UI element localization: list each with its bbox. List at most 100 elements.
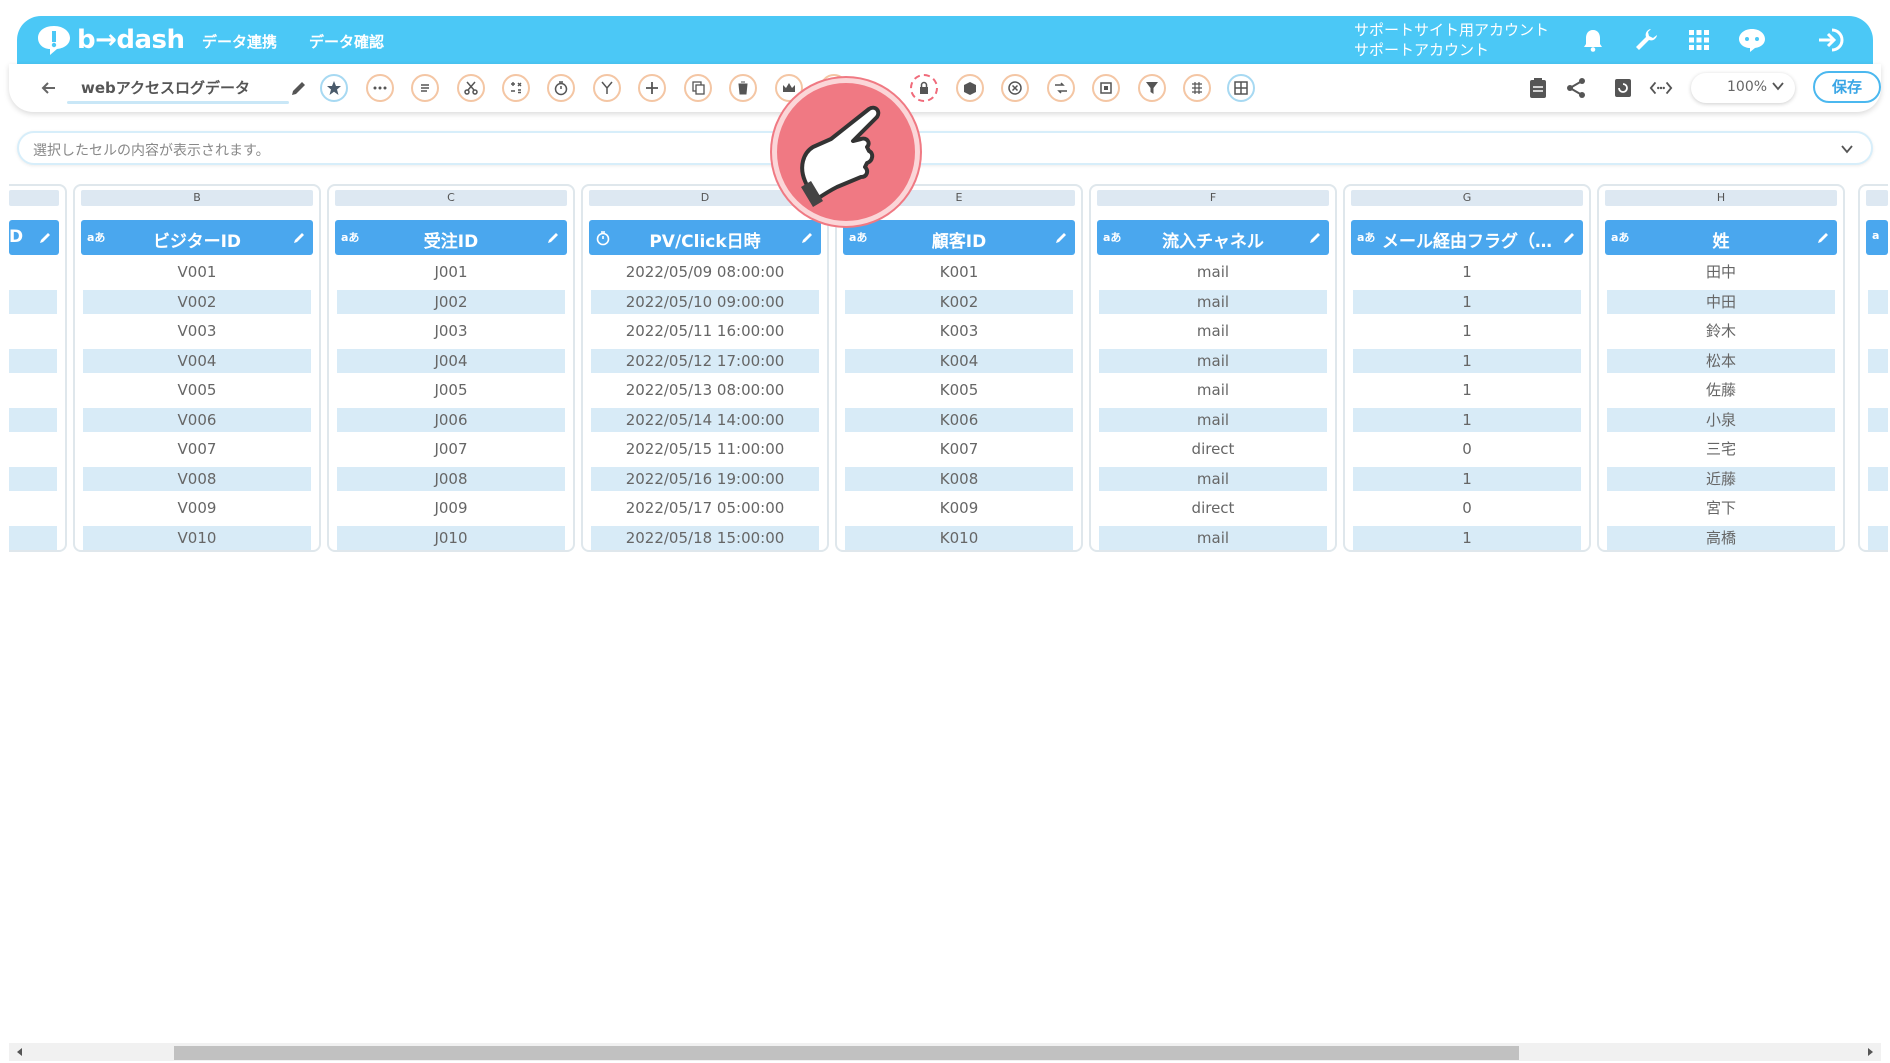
table-cell[interactable]: 0	[1353, 437, 1581, 461]
more-icon[interactable]	[366, 74, 394, 102]
filter-icon[interactable]	[1138, 74, 1166, 102]
logo[interactable]: b→dash	[35, 22, 185, 58]
col-letter[interactable]: G	[1351, 190, 1583, 206]
col-letter[interactable]: C	[335, 190, 567, 206]
copy-icon[interactable]	[684, 74, 712, 102]
table-cell[interactable]	[1868, 408, 1888, 432]
logout-icon[interactable]	[1815, 24, 1847, 56]
table-cell[interactable]: 松本	[1607, 348, 1835, 373]
share-icon[interactable]	[1564, 76, 1588, 100]
dedupe-icon[interactable]	[1183, 74, 1211, 102]
table-cell[interactable]: 2022/05/16 19:00:00	[591, 466, 819, 491]
add-icon[interactable]	[638, 74, 666, 102]
table-cell[interactable]: J009	[337, 496, 565, 520]
scroll-right-icon[interactable]	[1865, 1047, 1875, 1057]
table-cell[interactable]: 鈴木	[1607, 319, 1835, 343]
table-cell[interactable]: 中田	[1607, 289, 1835, 314]
edit-column-icon[interactable]	[800, 230, 815, 245]
table-cell[interactable]: 佐藤	[1607, 378, 1835, 402]
scroll-left-icon[interactable]	[15, 1047, 25, 1057]
table-cell[interactable]: J008	[337, 466, 565, 491]
table-cell[interactable]: mail	[1099, 378, 1327, 402]
table-cell[interactable]: K006	[845, 407, 1073, 432]
table-cell[interactable]: 1	[1353, 319, 1581, 343]
table-cell[interactable]: V008	[83, 466, 311, 491]
scrollbar-thumb[interactable]	[174, 1046, 1519, 1060]
table-cell[interactable]: mail	[1099, 289, 1327, 314]
table-cell[interactable]: 高橋	[1607, 525, 1835, 550]
table-cell[interactable]: K004	[845, 348, 1073, 373]
table-cell[interactable]	[9, 467, 57, 491]
back-arrow-icon[interactable]	[39, 78, 59, 98]
table-cell[interactable]: 宮下	[1607, 496, 1835, 520]
table-cell[interactable]: 1	[1353, 348, 1581, 373]
table-cell[interactable]: K007	[845, 437, 1073, 461]
chevron-down-icon[interactable]	[1839, 141, 1855, 157]
table-cell[interactable]: J007	[337, 437, 565, 461]
table-cell[interactable]: mail	[1099, 260, 1327, 284]
table-cell[interactable]: K008	[845, 466, 1073, 491]
table-cell[interactable]: V002	[83, 289, 311, 314]
calc-icon[interactable]	[502, 74, 530, 102]
clipboard-icon[interactable]	[1526, 76, 1550, 100]
table-cell[interactable]: J001	[337, 260, 565, 284]
table-cell[interactable]: mail	[1099, 466, 1327, 491]
table-cell[interactable]: J002	[337, 289, 565, 314]
table-cell[interactable]: K010	[845, 525, 1073, 550]
col-letter[interactable]: H	[1605, 190, 1837, 206]
table-cell[interactable]: 近藤	[1607, 466, 1835, 491]
table-cell[interactable]: V010	[83, 525, 311, 550]
bell-icon[interactable]	[1577, 24, 1609, 56]
table-cell[interactable]	[1868, 349, 1888, 373]
delete-icon[interactable]	[729, 74, 757, 102]
timer-icon[interactable]	[547, 74, 575, 102]
table-cell[interactable]: 2022/05/10 09:00:00	[591, 289, 819, 314]
col-header[interactable]: aあ 流入チャネル	[1097, 220, 1329, 255]
table-cell[interactable]: V009	[83, 496, 311, 520]
horizontal-scrollbar[interactable]	[9, 1043, 1881, 1061]
col-header[interactable]: PV/Click日時	[589, 220, 821, 255]
col-header[interactable]: aあ 顧客ID	[843, 220, 1075, 255]
edit-column-icon[interactable]	[1562, 230, 1577, 245]
grid-menu-icon[interactable]	[1683, 24, 1715, 56]
code-icon[interactable]	[1649, 76, 1673, 100]
nav-data-check[interactable]: データ確認	[309, 31, 384, 52]
table-cell[interactable]: J006	[337, 407, 565, 432]
table-cell[interactable]: 1	[1353, 525, 1581, 550]
save-button[interactable]: 保存	[1813, 71, 1881, 103]
table-icon[interactable]	[1227, 74, 1255, 102]
sheet-title[interactable]: webアクセスログデータ	[81, 77, 250, 98]
table-cell[interactable]: direct	[1099, 437, 1327, 461]
account-info[interactable]: サポートサイト用アカウント サポートアカウント	[1354, 20, 1549, 60]
table-cell[interactable]: J005	[337, 378, 565, 402]
col-letter[interactable]: F	[1097, 190, 1329, 206]
col-header[interactable]: aあ 姓	[1605, 220, 1837, 255]
table-cell[interactable]	[1868, 526, 1888, 550]
wrench-icon[interactable]	[1630, 24, 1662, 56]
convert-icon[interactable]	[1047, 74, 1075, 102]
table-cell[interactable]: 1	[1353, 378, 1581, 402]
table-cell[interactable]: 2022/05/18 15:00:00	[591, 525, 819, 550]
col-header[interactable]: aあ 受注ID	[335, 220, 567, 255]
table-cell[interactable]: V004	[83, 348, 311, 373]
table-cell[interactable]: direct	[1099, 496, 1327, 520]
cut-icon[interactable]	[457, 74, 485, 102]
table-cell[interactable]	[9, 408, 57, 432]
edit-title-icon[interactable]	[289, 78, 309, 98]
table-cell[interactable]: V005	[83, 378, 311, 402]
table-cell[interactable]	[1868, 467, 1888, 491]
table-cell[interactable]: V003	[83, 319, 311, 343]
table-cell[interactable]: mail	[1099, 348, 1327, 373]
edit-column-icon[interactable]	[1308, 230, 1323, 245]
table-cell[interactable]: 田中	[1607, 260, 1835, 284]
merge-icon[interactable]	[593, 74, 621, 102]
table-cell[interactable]	[9, 526, 57, 550]
table-cell[interactable]	[9, 290, 57, 314]
table-cell[interactable]: 1	[1353, 289, 1581, 314]
text-icon[interactable]	[411, 74, 439, 102]
table-cell[interactable]: mail	[1099, 319, 1327, 343]
table-cell[interactable]	[1868, 290, 1888, 314]
col-letter[interactable]: B	[81, 190, 313, 206]
table-cell[interactable]: 2022/05/15 11:00:00	[591, 437, 819, 461]
table-cell[interactable]: K002	[845, 289, 1073, 314]
